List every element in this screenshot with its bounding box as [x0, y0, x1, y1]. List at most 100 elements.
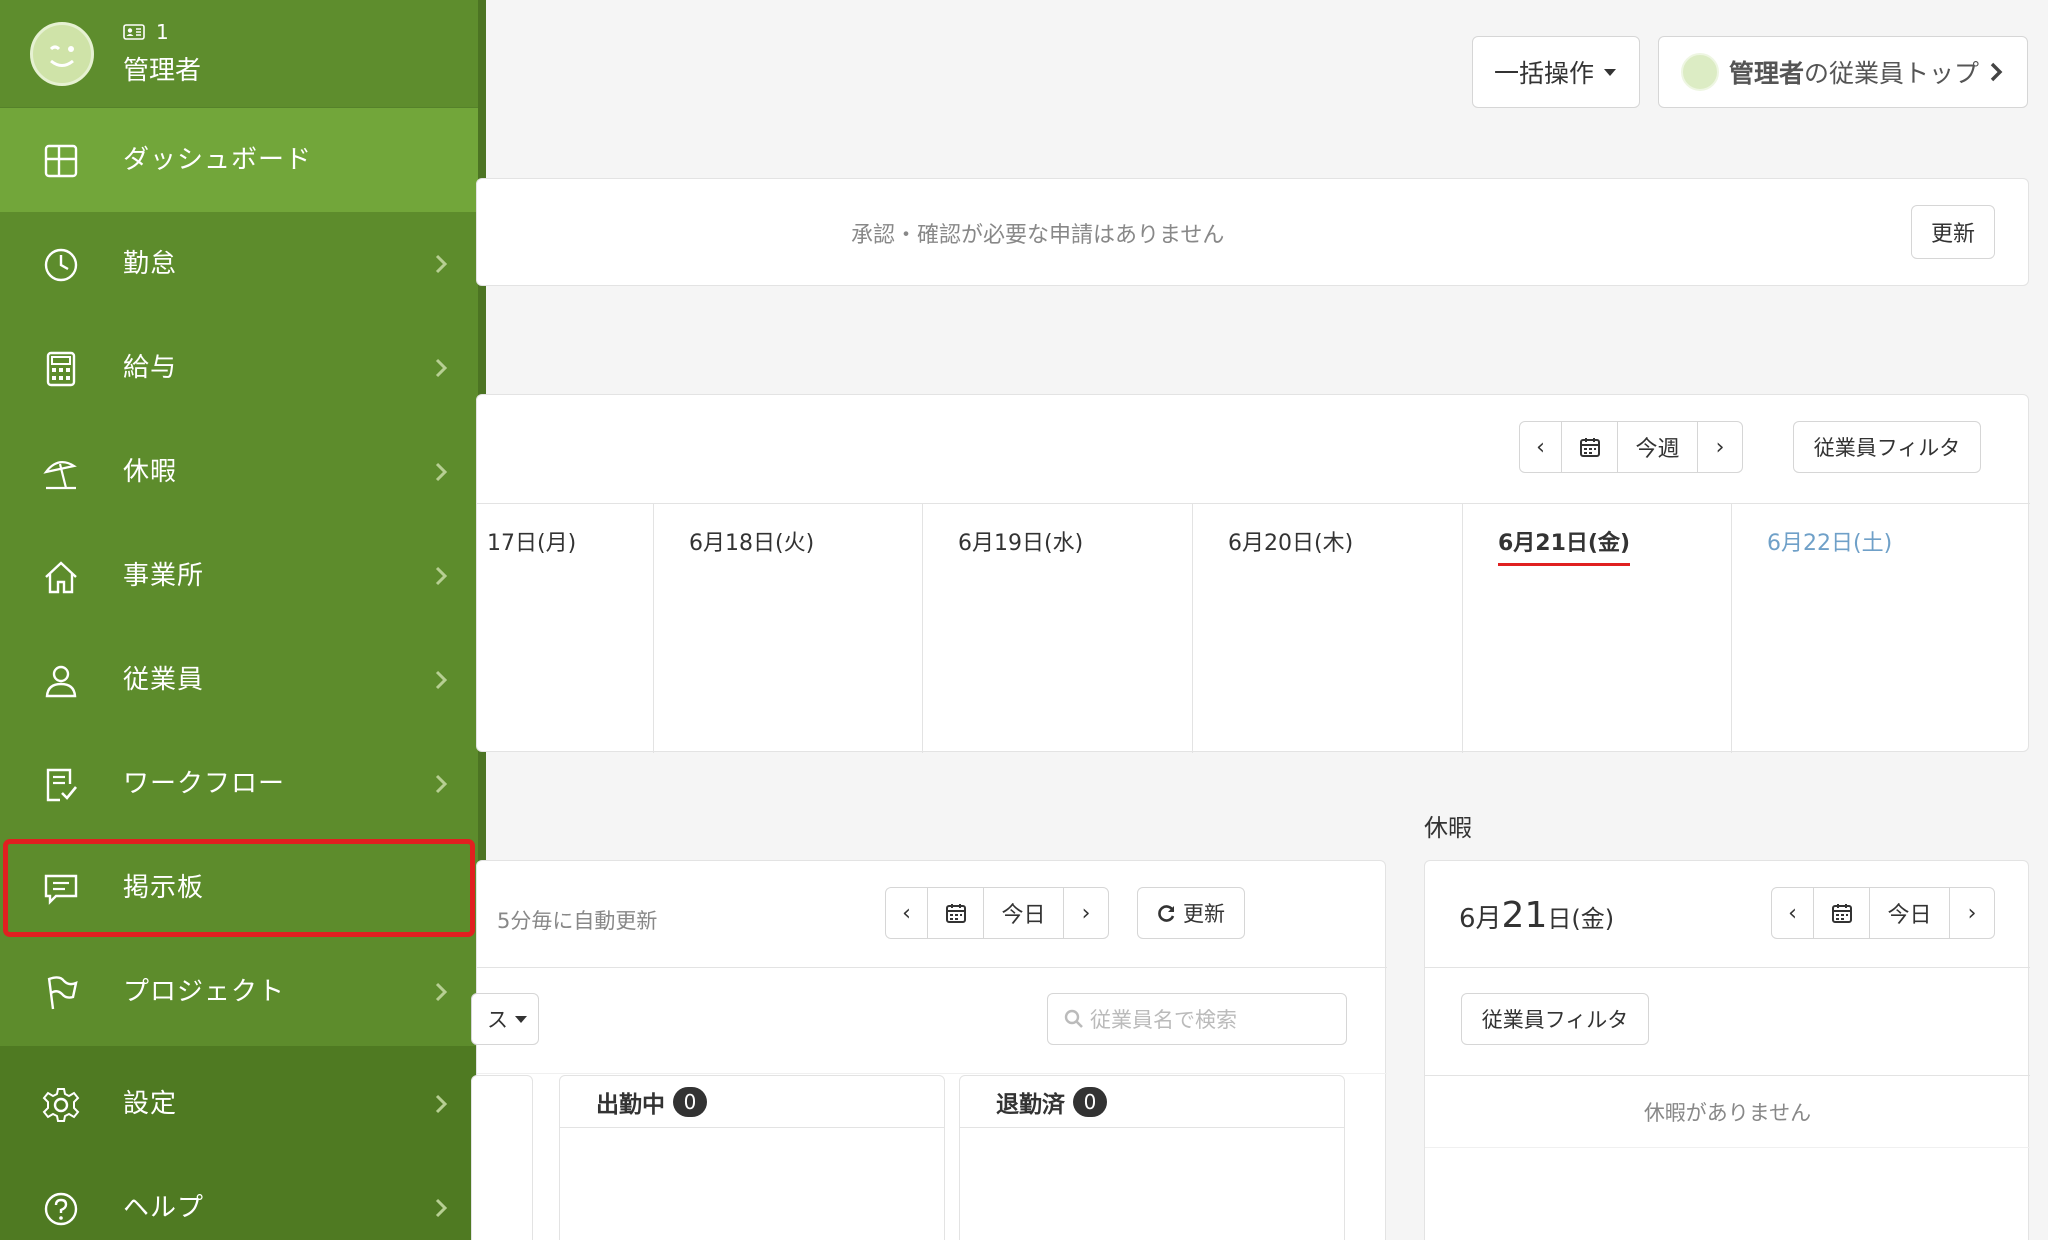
bulk-actions-label: 一括操作	[1493, 59, 1594, 88]
sidebar-item-label: 事業所	[123, 561, 205, 591]
day-column[interactable]: 6月22日(土)	[1731, 503, 2030, 753]
sidebar-item-employees[interactable]: 従業員	[0, 628, 478, 732]
today-button[interactable]: 今日	[1870, 888, 1950, 938]
calendar-picker-button[interactable]	[1562, 422, 1618, 472]
column-title: 出勤中	[596, 1091, 665, 1118]
approvals-refresh-button[interactable]: 更新	[1911, 205, 1995, 259]
prev-day-button[interactable]: ‹	[1772, 888, 1814, 938]
day-column[interactable]: 17日(月)	[477, 503, 653, 753]
next-day-button[interactable]: ›	[1950, 888, 1994, 938]
sidebar-item-label: 勤怠	[123, 249, 178, 279]
sidebar-item-leave[interactable]: 休暇	[0, 420, 478, 524]
day-column-today[interactable]: 6月21日(金)	[1462, 503, 1731, 753]
prev-day-button[interactable]: ‹	[886, 888, 928, 938]
calculator-icon	[46, 351, 76, 387]
week-days-row: 17日(月) 6月18日(火) 6月19日(水) 6月20日(木) 6月21日(…	[477, 503, 2030, 753]
leave-date-month: 6月	[1459, 904, 1502, 934]
refresh-icon	[1158, 905, 1175, 922]
checklist-icon	[46, 768, 78, 802]
week-employee-filter-button[interactable]: 従業員フィルタ	[1793, 421, 1981, 473]
day-label: 6月20日(木)	[1228, 531, 1354, 556]
prev-week-button[interactable]: ‹	[1520, 422, 1562, 472]
person-icon	[45, 665, 77, 698]
attendance-refresh-button[interactable]: 更新	[1137, 887, 1245, 939]
beach-umbrella-icon	[43, 461, 77, 490]
sidebar-item-label: 掲示板	[123, 873, 205, 903]
saturday-label: 6月22日(土)	[1767, 531, 1893, 556]
sidebar-item-payroll[interactable]: 給与	[0, 316, 478, 420]
calendar-picker-button[interactable]	[1814, 888, 1870, 938]
refresh-label: 更新	[1930, 222, 1975, 247]
bulk-actions-button[interactable]: 一括操作	[1472, 36, 1640, 108]
sidebar-item-label: 設定	[123, 1089, 178, 1119]
main-content: 一括操作 管理者 の従業員トップ 承認・確認が必要な申請はありません 更新 ‹ …	[471, 0, 2048, 1240]
chevron-right-icon	[435, 358, 448, 378]
chevron-right-icon	[435, 254, 448, 274]
approvals-empty-message: 承認・確認が必要な申請はありません	[851, 223, 1225, 248]
filter-label: 従業員フィルタ	[1813, 436, 1961, 460]
mini-avatar	[1680, 53, 1719, 91]
divider	[1425, 1147, 2030, 1148]
message-icon	[44, 874, 78, 905]
calendar-icon	[945, 904, 966, 923]
filter-label: 従業員フィルタ	[1481, 1008, 1629, 1032]
chevron-right-icon	[435, 670, 448, 690]
help-icon	[44, 1192, 78, 1226]
admin-employee-top-button[interactable]: 管理者 の従業員トップ	[1658, 36, 2028, 108]
status-filter-label: ス	[487, 1008, 508, 1032]
leave-empty-message: 休暇がありません	[1643, 1101, 1812, 1125]
this-week-button[interactable]: 今週	[1618, 422, 1698, 472]
chevron-right-icon	[435, 1198, 448, 1218]
day-column[interactable]: 6月20日(木)	[1192, 503, 1462, 753]
count-badge: 0	[673, 1086, 707, 1117]
leave-date-suffix: 日(金)	[1547, 905, 1615, 933]
leave-date-day: 21	[1501, 895, 1548, 936]
sidebar-item-label: ワークフロー	[123, 769, 286, 799]
approvals-card: 承認・確認が必要な申請はありません 更新	[476, 178, 2029, 286]
status-filter-dropdown[interactable]: ス	[471, 993, 539, 1045]
day-navigator: ‹ 今日 ›	[885, 887, 1109, 939]
id-card-icon	[123, 24, 145, 40]
chevron-right-icon	[435, 1094, 448, 1114]
sidebar-profile[interactable]: 1 管理者	[0, 0, 478, 108]
leave-employee-filter-button[interactable]: 従業員フィルタ	[1461, 993, 1649, 1045]
admin-top-bold: 管理者	[1728, 59, 1804, 88]
count-badge: 0	[1073, 1086, 1107, 1117]
auto-refresh-note: 5分毎に自動更新	[497, 909, 658, 933]
calendar-icon	[1579, 438, 1600, 457]
gear-icon	[42, 1088, 80, 1122]
sidebar-item-workflow[interactable]: ワークフロー	[0, 732, 478, 836]
leave-date: 6月21日(金)	[1459, 895, 1614, 936]
employee-search-input[interactable]: 従業員名で検索	[1047, 993, 1347, 1045]
next-day-button[interactable]: ›	[1064, 888, 1108, 938]
day-column[interactable]: 6月18日(火)	[653, 503, 922, 753]
calendar-picker-button[interactable]	[928, 888, 984, 938]
day-label: 6月19日(水)	[958, 531, 1084, 556]
chevron-right-icon	[435, 462, 448, 482]
chevron-right-icon	[435, 774, 448, 794]
sidebar-item-dashboard[interactable]: ダッシュボード	[0, 108, 478, 212]
profile-name: 管理者	[123, 56, 202, 86]
calendar-icon	[1831, 904, 1852, 923]
today-label: 6月21日(金)	[1498, 525, 1631, 566]
weekly-schedule-card: ‹ 今週 › 従業員フィルタ 17日(月) 6月18日(火) 6月19日(水)	[476, 394, 2030, 753]
sidebar-item-bulletin-board[interactable]: 掲示板	[0, 836, 478, 940]
sidebar-item-attendance[interactable]: 勤怠	[0, 212, 478, 316]
today-button[interactable]: 今日	[984, 888, 1064, 938]
avatar	[30, 22, 94, 86]
day-column[interactable]: 6月19日(水)	[922, 503, 1192, 753]
clock-icon	[44, 248, 78, 282]
next-week-button[interactable]: ›	[1698, 422, 1742, 472]
sidebar-item-project[interactable]: プロジェクト	[0, 940, 478, 1044]
sidebar-item-help[interactable]: ヘルプ	[0, 1156, 478, 1240]
sidebar-item-settings[interactable]: 設定	[0, 1052, 478, 1156]
chevron-right-icon	[1990, 62, 2003, 82]
status-column-left: 退勤済 0	[959, 1075, 1345, 1240]
today-label: 今日	[1001, 903, 1046, 928]
search-placeholder: 従業員名で検索	[1090, 1008, 1237, 1032]
divider	[1425, 1075, 2030, 1076]
sidebar-item-office[interactable]: 事業所	[0, 524, 478, 628]
flag-icon	[47, 976, 78, 1010]
sidebar-item-label: 給与	[123, 353, 178, 383]
refresh-label: 更新	[1183, 902, 1225, 926]
